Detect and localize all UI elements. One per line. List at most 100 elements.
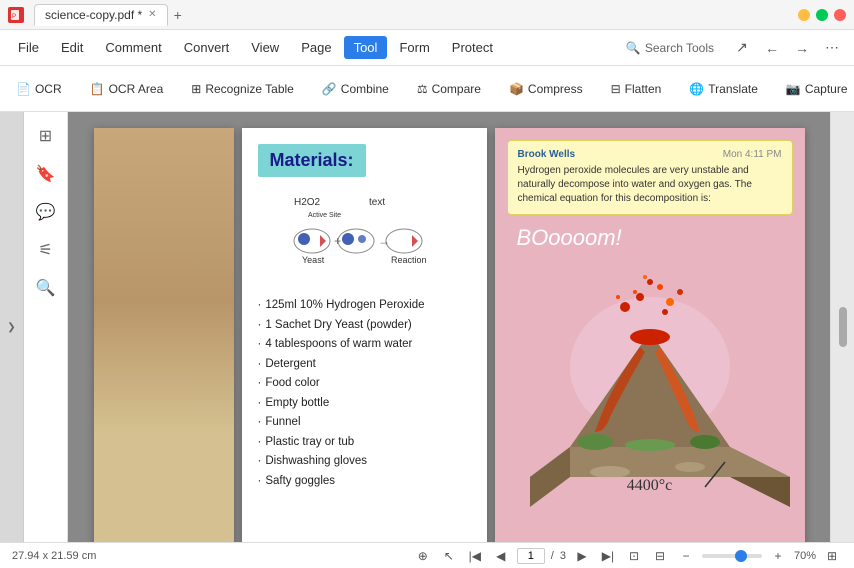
search-tools-label: Search Tools xyxy=(645,41,714,55)
list-item: ·Detergent xyxy=(258,355,471,375)
materials-title: Materials: xyxy=(258,144,366,177)
external-link-button[interactable]: ↗ xyxy=(728,34,756,62)
combine-label: Combine xyxy=(341,82,389,96)
window-action-buttons: ↗ ← → ⋯ xyxy=(728,34,846,62)
left-panel-toggle[interactable]: ❯ xyxy=(0,112,24,542)
menu-bar: File Edit Comment Convert View Page Tool… xyxy=(0,30,854,66)
more-button[interactable]: ⋯ xyxy=(818,34,846,62)
prev-page-button[interactable]: ◀ xyxy=(491,546,511,566)
combine-button[interactable]: 🔗 Combine xyxy=(314,77,397,101)
flatten-button[interactable]: ⊟ Flatten xyxy=(603,77,670,101)
list-item: ·Funnel xyxy=(258,413,471,433)
close-button[interactable] xyxy=(834,9,846,21)
volcano-svg xyxy=(510,247,790,507)
total-pages: 3 xyxy=(560,550,566,562)
forward-button[interactable]: → xyxy=(788,34,816,62)
menu-tool[interactable]: Tool xyxy=(344,36,388,59)
compare-label: Compare xyxy=(432,82,481,96)
ocr-area-label: OCR Area xyxy=(109,82,164,96)
translate-icon: 🌐 xyxy=(689,82,704,96)
svg-text:H2O2: H2O2 xyxy=(294,197,321,208)
ocr-area-icon: 📋 xyxy=(90,82,105,96)
annotation-header: Brook Wells Mon 4:11 PM xyxy=(518,149,782,160)
title-bar-controls xyxy=(798,9,846,21)
ocr-area-button[interactable]: 📋 OCR Area xyxy=(82,77,172,101)
page-separator: / xyxy=(551,550,554,562)
zoom-out-button[interactable]: − xyxy=(676,546,696,566)
zoom-slider-thumb xyxy=(735,550,747,562)
list-item: ·Safty goggles xyxy=(258,472,471,492)
zoom-in-button[interactable]: + xyxy=(768,546,788,566)
left-sidebar: ⊞ 🔖 💬 ⚟ 🔍 xyxy=(24,112,68,542)
recognize-table-icon: ⊞ xyxy=(191,82,201,96)
svg-text:Yeast: Yeast xyxy=(302,255,325,265)
page-number: 03 xyxy=(777,541,790,542)
minimize-button[interactable] xyxy=(798,9,810,21)
volcano-container xyxy=(507,247,793,507)
last-page-button[interactable]: ▶| xyxy=(598,546,618,566)
compress-icon: 📦 xyxy=(509,82,524,96)
list-item: ·1 Sachet Dry Yeast (powder) xyxy=(258,316,471,336)
combine-icon: 🔗 xyxy=(322,82,337,96)
ocr-button[interactable]: 📄 OCR xyxy=(8,77,70,101)
menu-page[interactable]: Page xyxy=(291,36,341,59)
svg-text:→: → xyxy=(378,234,390,248)
sidebar-icon-bookmark[interactable]: 🔖 xyxy=(30,158,62,190)
page-volcano: Brook Wells Mon 4:11 PM Hydrogen peroxid… xyxy=(495,128,805,542)
flatten-label: Flatten xyxy=(625,82,662,96)
tab-container: science-copy.pdf * ✕ + xyxy=(34,4,188,26)
cursor-tool-button[interactable]: ⊕ xyxy=(413,546,433,566)
menu-comment[interactable]: Comment xyxy=(95,36,171,59)
current-page-input[interactable]: 1 xyxy=(517,548,545,564)
capture-button[interactable]: 📷 Capture xyxy=(778,77,854,101)
translate-button[interactable]: 🌐 Translate xyxy=(681,77,766,101)
sidebar-icon-pages[interactable]: ⊞ xyxy=(30,120,62,152)
maximize-button[interactable] xyxy=(816,9,828,21)
fit-mode-button[interactable]: ⊞ xyxy=(822,546,842,566)
menu-edit[interactable]: Edit xyxy=(51,36,93,59)
tab-close-button[interactable]: ✕ xyxy=(148,9,156,20)
sidebar-icon-layers[interactable]: ⚟ xyxy=(30,234,62,266)
svg-text:Reaction: Reaction xyxy=(391,255,427,265)
svg-text:text: text xyxy=(369,197,385,208)
recognize-table-label: Recognize Table xyxy=(205,82,294,96)
annotation-author: Brook Wells xyxy=(518,149,576,160)
search-tools[interactable]: 🔍 Search Tools xyxy=(618,37,722,59)
flatten-icon: ⊟ xyxy=(611,82,621,96)
back-button[interactable]: ← xyxy=(758,34,786,62)
new-tab-button[interactable]: + xyxy=(168,7,188,23)
ocr-icon: 📄 xyxy=(16,82,31,96)
menu-file[interactable]: File xyxy=(8,36,49,59)
fit-width-button[interactable]: ⊟ xyxy=(650,546,670,566)
capture-icon: 📷 xyxy=(786,82,801,96)
sidebar-icon-comment[interactable]: 💬 xyxy=(30,196,62,228)
annotation-box[interactable]: Brook Wells Mon 4:11 PM Hydrogen peroxid… xyxy=(507,140,793,215)
first-page-button[interactable]: |◀ xyxy=(465,546,485,566)
zoom-slider[interactable] xyxy=(702,554,762,558)
select-tool-button[interactable]: ↖ xyxy=(439,546,459,566)
status-bar: 27.94 x 21.59 cm ⊕ ↖ |◀ ◀ 1 / 3 ▶ ▶| ⊡ ⊟… xyxy=(0,542,854,568)
annotation-text: Hydrogen peroxide molecules are very uns… xyxy=(518,164,782,206)
tools-toolbar: 📄 OCR 📋 OCR Area ⊞ Recognize Table 🔗 Com… xyxy=(0,66,854,112)
svg-text:Active Site: Active Site xyxy=(308,212,341,219)
next-page-button[interactable]: ▶ xyxy=(572,546,592,566)
status-bar-right: ⊕ ↖ |◀ ◀ 1 / 3 ▶ ▶| ⊡ ⊟ − + 70% ⊞ xyxy=(413,546,842,566)
menu-view[interactable]: View xyxy=(241,36,289,59)
active-tab[interactable]: science-copy.pdf * ✕ xyxy=(34,4,168,26)
list-item: ·Dishwashing gloves xyxy=(258,452,471,472)
recognize-table-button[interactable]: ⊞ Recognize Table xyxy=(183,77,302,101)
title-bar: P science-copy.pdf * ✕ + xyxy=(0,0,854,30)
sidebar-icon-search[interactable]: 🔍 xyxy=(30,272,62,304)
content-area[interactable]: Materials: H2O2 text Active Site xyxy=(68,112,830,542)
menu-protect[interactable]: Protect xyxy=(442,36,503,59)
diagram-svg: H2O2 text Active Site xyxy=(284,193,444,283)
compress-button[interactable]: 📦 Compress xyxy=(501,77,591,101)
title-bar-left: P science-copy.pdf * ✕ + xyxy=(8,4,188,26)
list-item: ·Plastic tray or tub xyxy=(258,433,471,453)
capture-label: Capture xyxy=(805,82,848,96)
fit-page-button[interactable]: ⊡ xyxy=(624,546,644,566)
scrollbar-thumb[interactable] xyxy=(839,307,847,347)
menu-form[interactable]: Form xyxy=(389,36,439,59)
menu-convert[interactable]: Convert xyxy=(174,36,240,59)
compare-button[interactable]: ⚖ Compare xyxy=(409,77,489,101)
